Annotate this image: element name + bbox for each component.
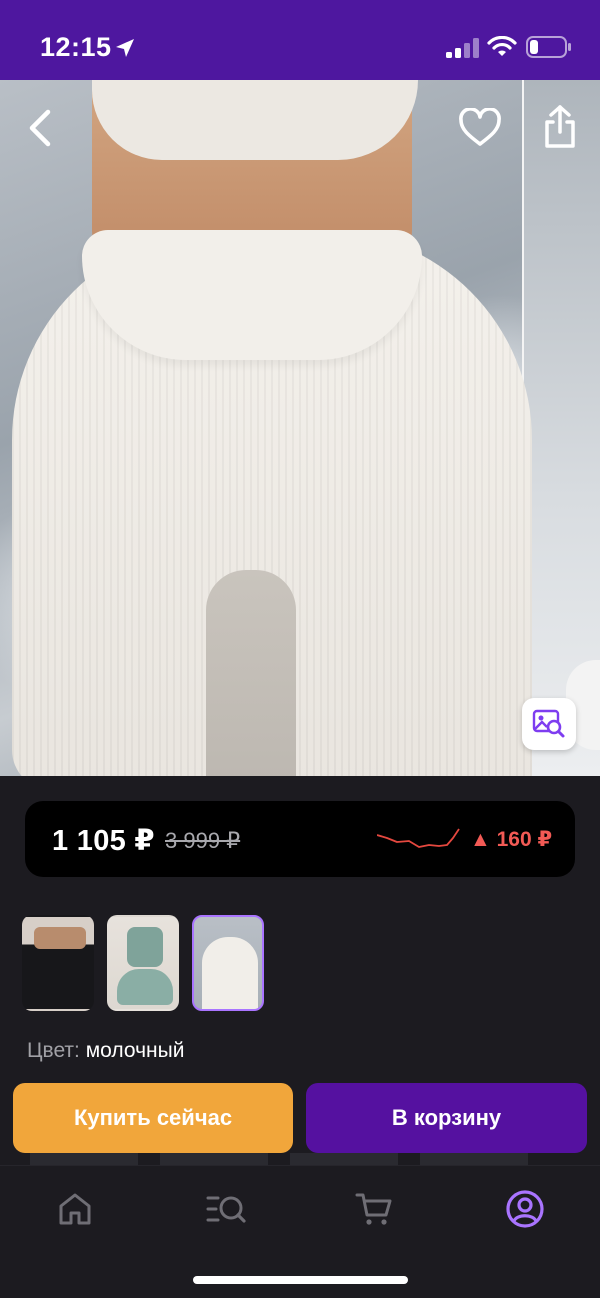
color-value: молочный [85,1039,185,1062]
profile-icon[interactable] [505,1189,545,1229]
variant-thumb-black[interactable] [22,915,94,1011]
leggings-waistband [82,230,422,360]
share-icon[interactable] [540,104,580,150]
wifi-icon [487,36,517,56]
price-history-sparkline [377,828,460,848]
image-search-icon [532,709,565,738]
old-price: 3 999 ₽ [165,828,241,853]
variant-thumb-milky[interactable] [192,915,264,1011]
image-search-button[interactable] [522,698,576,750]
price-card[interactable]: 1 105 ₽ 3 999 ₽ ▲ 160 ₽ [25,801,575,877]
home-indicator[interactable] [193,1276,408,1284]
back-icon[interactable] [24,108,58,148]
price-change: ▲ 160 ₽ [470,828,553,851]
signal-icon [446,38,479,58]
catalog-search-icon[interactable] [205,1189,247,1229]
heart-icon[interactable] [458,108,502,148]
add-to-cart-button[interactable]: В корзину [306,1083,587,1153]
status-time: 12:15 [40,32,112,62]
location-arrow-icon [116,39,134,57]
content-below-peek [0,1153,600,1165]
variant-thumb-sage[interactable] [107,915,179,1011]
variant-selector [22,915,264,1011]
product-image[interactable] [0,80,600,776]
home-icon[interactable] [55,1189,95,1229]
model-top [92,80,418,160]
color-row: Цвет: молочный [27,1039,184,1063]
leggings-shadow [206,570,296,776]
cart-icon[interactable] [354,1189,394,1229]
current-price: 1 105 ₽ [52,825,155,857]
battery-icon [526,36,571,58]
status-bar: 12:15 [0,0,600,80]
color-label: Цвет: [27,1039,80,1062]
buy-now-button[interactable]: Купить сейчас [13,1083,293,1153]
